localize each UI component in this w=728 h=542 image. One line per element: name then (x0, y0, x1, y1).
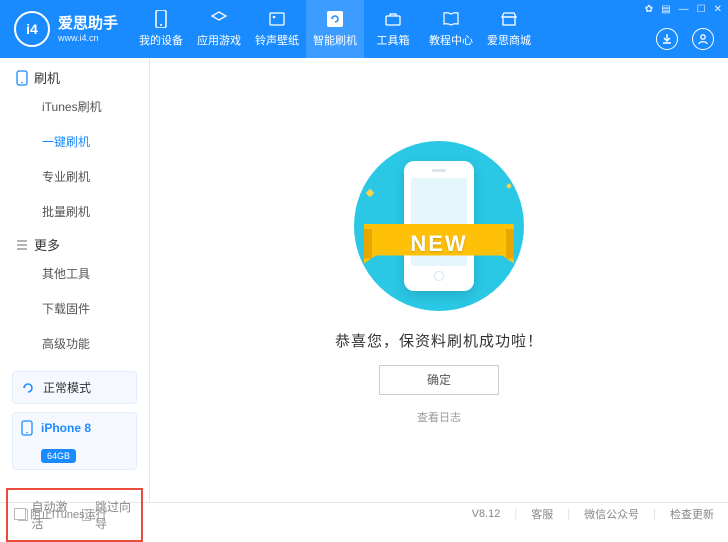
sidebar-item-other-tools[interactable]: 其他工具 (0, 256, 149, 291)
logo-icon: i4 (14, 11, 50, 47)
logo-subtitle: www.i4.cn (58, 33, 118, 44)
sidebar-item-batch-flash[interactable]: 批量刷机 (0, 194, 149, 229)
sidebar: 刷机 iTunes刷机 一键刷机 专业刷机 批量刷机 更多 其他工具 下载固件 … (0, 58, 150, 502)
mode-status[interactable]: 正常模式 (12, 371, 137, 404)
settings-icon[interactable]: ✿ (645, 4, 653, 15)
confirm-button[interactable]: 确定 (379, 365, 499, 395)
sidebar-item-download-firmware[interactable]: 下载固件 (0, 291, 149, 326)
refresh-icon (21, 381, 35, 395)
logo-title: 爱思助手 (58, 15, 118, 33)
store-icon (500, 10, 518, 28)
user-button[interactable] (692, 28, 714, 50)
phone-icon (16, 70, 28, 86)
book-icon (442, 10, 460, 28)
skin-icon[interactable]: ▤ (661, 4, 670, 15)
nav-apps-games[interactable]: 应用游戏 (190, 0, 248, 58)
close-button[interactable]: ✕ (714, 4, 722, 15)
wechat-link[interactable]: 微信公众号 (584, 506, 639, 522)
sidebar-group-more: 更多 (0, 229, 149, 256)
sidebar-item-advanced[interactable]: 高级功能 (0, 326, 149, 361)
app-header: i4 爱思助手 www.i4.cn 我的设备 应用游戏 铃声壁纸 智能刷机 工具… (0, 0, 728, 58)
success-message: 恭喜您，保资料刷机成功啦！ (335, 330, 543, 351)
phone-icon (152, 10, 170, 28)
storage-badge: 64GB (41, 449, 76, 463)
success-illustration: NEW (329, 136, 549, 316)
download-button[interactable] (656, 28, 678, 50)
nav-toolbox[interactable]: 工具箱 (364, 0, 422, 58)
phone-icon (21, 420, 33, 436)
device-name: iPhone 8 (41, 421, 91, 435)
check-update-link[interactable]: 检查更新 (670, 506, 714, 522)
device-status[interactable]: iPhone 8 64GB (12, 412, 137, 470)
sidebar-item-pro-flash[interactable]: 专业刷机 (0, 159, 149, 194)
sidebar-item-itunes-flash[interactable]: iTunes刷机 (0, 89, 149, 124)
support-link[interactable]: 客服 (531, 506, 553, 522)
sidebar-group-flash: 刷机 (0, 62, 149, 89)
minimize-button[interactable]: — (679, 4, 689, 15)
apps-icon (210, 10, 228, 28)
sidebar-item-oneclick-flash[interactable]: 一键刷机 (0, 124, 149, 159)
main-content: NEW 恭喜您，保资料刷机成功啦！ 确定 查看日志 (150, 58, 728, 502)
image-icon (268, 10, 286, 28)
version-label: V8.12 (472, 508, 501, 520)
nav-ringtone-wallpaper[interactable]: 铃声壁纸 (248, 0, 306, 58)
top-nav: 我的设备 应用游戏 铃声壁纸 智能刷机 工具箱 教程中心 爱思商城 (132, 0, 538, 58)
nav-my-device[interactable]: 我的设备 (132, 0, 190, 58)
nav-smart-flash[interactable]: 智能刷机 (306, 0, 364, 58)
refresh-icon (326, 10, 344, 28)
menu-icon (16, 239, 28, 251)
toolbox-icon (384, 10, 402, 28)
app-logo: i4 爱思助手 www.i4.cn (0, 11, 132, 47)
checkbox-block-itunes[interactable]: 阻止iTunes运行 (14, 506, 107, 522)
maximize-button[interactable]: ☐ (697, 4, 706, 15)
nav-store[interactable]: 爱思商城 (480, 0, 538, 58)
nav-tutorials[interactable]: 教程中心 (422, 0, 480, 58)
window-controls: ✿ ▤ — ☐ ✕ (645, 4, 722, 15)
view-log-link[interactable]: 查看日志 (417, 409, 461, 425)
